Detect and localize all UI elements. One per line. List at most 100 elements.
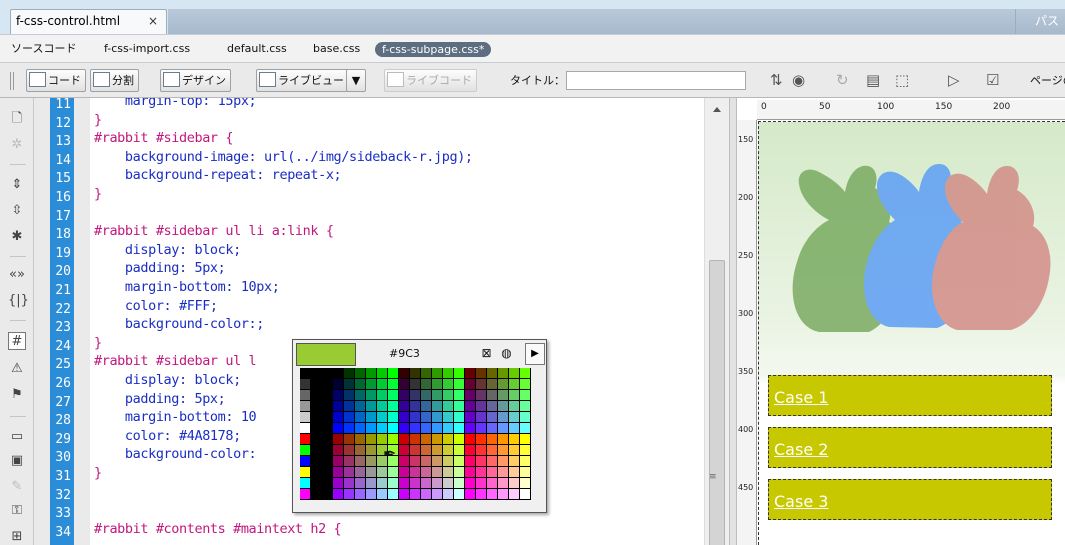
preview-browser-icon[interactable]: ◉ [792,71,805,90]
color-swatch[interactable] [487,390,498,401]
color-swatch[interactable] [333,456,344,467]
highlight-invalid-code-icon[interactable]: ⚠ [8,360,26,378]
color-swatch[interactable] [432,401,443,412]
color-swatch[interactable] [311,412,322,423]
apply-comment-icon[interactable]: ▭ [8,428,26,446]
color-swatch[interactable] [476,390,487,401]
color-swatch[interactable] [476,478,487,489]
color-swatch[interactable] [465,456,476,467]
color-swatch[interactable] [300,401,311,412]
color-swatch[interactable] [465,445,476,456]
color-swatch[interactable] [344,489,355,500]
check-page-icon[interactable]: ☑ [986,71,999,90]
color-swatch[interactable] [311,478,322,489]
live-view-button[interactable]: ライブビュー [256,69,349,92]
color-swatch[interactable] [311,368,322,379]
color-swatch[interactable] [432,379,443,390]
color-swatch[interactable] [388,423,399,434]
color-swatch[interactable] [520,456,531,467]
color-swatch[interactable] [399,368,410,379]
color-swatch[interactable] [366,412,377,423]
color-swatch[interactable] [454,401,465,412]
color-swatch[interactable] [432,390,443,401]
color-swatch[interactable] [509,368,520,379]
color-swatch[interactable] [344,368,355,379]
color-swatch[interactable] [311,401,322,412]
color-swatch[interactable] [443,412,454,423]
color-swatch[interactable] [333,434,344,445]
color-swatch[interactable] [421,412,432,423]
recent-snippets-icon[interactable]: ⚿ [8,502,26,520]
color-swatch[interactable] [366,478,377,489]
syntax-error-icon[interactable]: ⚑ [8,386,26,404]
toolbar-grip[interactable] [10,72,14,90]
color-swatch[interactable] [487,456,498,467]
validate-icon[interactable]: ▷ [948,71,960,90]
color-swatch-grid[interactable] [300,368,531,500]
color-swatch[interactable] [388,412,399,423]
color-swatch[interactable] [333,445,344,456]
color-swatch[interactable] [454,368,465,379]
split-view-button[interactable]: 分割 [90,69,139,92]
color-swatch[interactable] [454,434,465,445]
select-parent-tag-icon[interactable]: «» [8,266,26,284]
color-swatch[interactable] [311,379,322,390]
color-swatch[interactable] [300,478,311,489]
color-swatch[interactable] [465,401,476,412]
color-swatch[interactable] [432,434,443,445]
color-swatch[interactable] [421,434,432,445]
color-swatch[interactable] [443,423,454,434]
remove-comment-icon[interactable]: ▣ [8,452,26,470]
color-swatch[interactable] [509,423,520,434]
color-swatch[interactable] [443,434,454,445]
code-view-button[interactable]: コード [26,69,86,92]
color-swatch[interactable] [333,489,344,500]
color-swatch[interactable] [366,401,377,412]
color-swatch[interactable] [509,478,520,489]
case-1-link-box[interactable]: Case 1 [768,375,1052,416]
color-swatch[interactable] [443,445,454,456]
color-swatch[interactable] [377,423,388,434]
color-swatch[interactable] [300,445,311,456]
color-swatch[interactable] [476,401,487,412]
color-swatch[interactable] [476,434,487,445]
color-swatch[interactable] [333,423,344,434]
color-swatch[interactable] [311,456,322,467]
color-swatch[interactable] [498,412,509,423]
color-swatch[interactable] [487,412,498,423]
color-swatch[interactable] [509,467,520,478]
color-swatch[interactable] [454,467,465,478]
color-swatch[interactable] [322,456,333,467]
color-swatch[interactable] [322,489,333,500]
scroll-up-arrow[interactable] [713,107,721,112]
line-numbers-icon[interactable]: # [8,332,26,350]
color-swatch[interactable] [498,368,509,379]
color-swatch[interactable] [476,412,487,423]
color-swatch[interactable] [311,445,322,456]
color-swatch[interactable] [333,368,344,379]
color-swatch[interactable] [487,467,498,478]
color-swatch[interactable] [300,423,311,434]
color-swatch[interactable] [377,390,388,401]
color-swatch[interactable] [476,489,487,500]
color-swatch[interactable] [443,456,454,467]
live-code-button[interactable]: ライブコード [384,69,477,92]
color-swatch[interactable] [465,379,476,390]
color-swatch[interactable] [311,390,322,401]
color-swatch[interactable] [388,489,399,500]
color-swatch[interactable] [300,456,311,467]
color-swatch[interactable] [344,467,355,478]
related-file-default[interactable]: default.css [227,35,287,63]
color-swatch[interactable] [355,456,366,467]
color-swatch[interactable] [421,368,432,379]
color-swatch[interactable] [300,390,311,401]
color-swatch[interactable] [366,390,377,401]
wrap-tag-icon[interactable]: ✎ [8,478,26,496]
color-swatch[interactable] [509,445,520,456]
color-swatch[interactable] [443,390,454,401]
color-swatch[interactable] [487,423,498,434]
case-1-link[interactable]: Case 1 [774,388,828,407]
color-swatch[interactable] [366,489,377,500]
color-swatch[interactable] [388,368,399,379]
color-swatch[interactable] [410,379,421,390]
